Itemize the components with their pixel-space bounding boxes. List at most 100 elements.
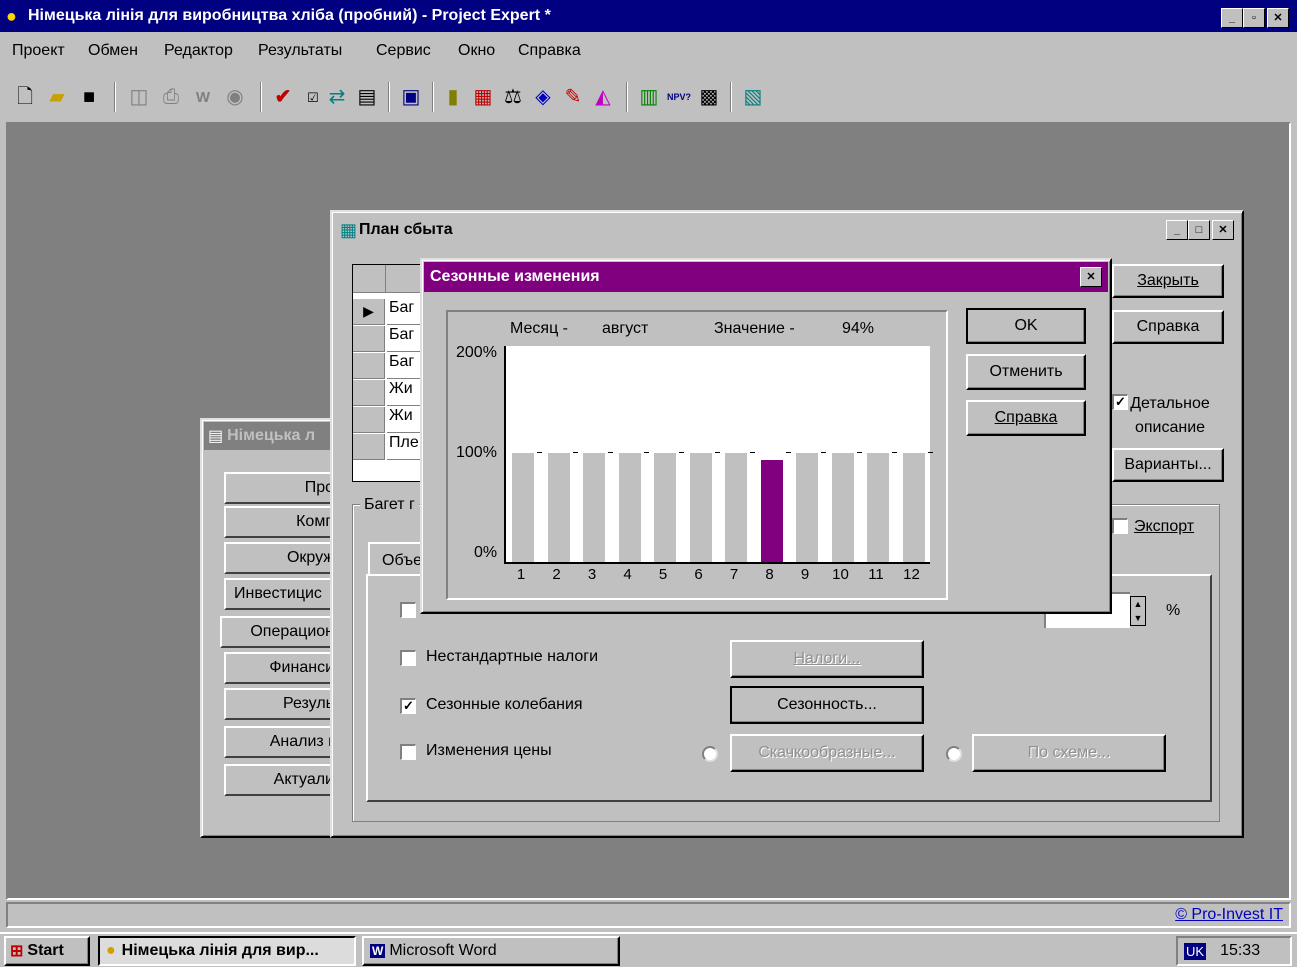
tab-volume[interactable]: Объе (368, 542, 428, 576)
project-window-icon: ▤ (208, 428, 224, 445)
baseline-marker (927, 452, 933, 453)
database-icon[interactable]: ▧ (740, 84, 766, 110)
row-header[interactable] (353, 326, 385, 352)
cancel-button[interactable]: Отменить (966, 354, 1086, 390)
open-folder-icon[interactable]: ▰ (44, 84, 70, 110)
chart-bar-month-10[interactable] (831, 453, 854, 562)
by-scheme-button[interactable]: По схеме... (972, 734, 1166, 772)
copyright-link[interactable]: © Pro-Invest IT (1175, 906, 1283, 924)
calculate-icon[interactable]: ⇄ (324, 84, 350, 110)
seasonality-button[interactable]: Сезонность... (730, 686, 924, 724)
step-radio[interactable] (702, 746, 718, 762)
menu-item-project[interactable]: Проект (12, 42, 65, 60)
menu-item-service[interactable]: Сервис (376, 42, 431, 60)
tab-analysis[interactable]: Анализ г (224, 726, 334, 758)
sales-maximize-button[interactable]: □ (1188, 220, 1210, 240)
menu-item-exchange[interactable]: Обмен (88, 42, 138, 60)
sensitivity-icon[interactable]: ▩ (696, 84, 722, 110)
taskbar: ⊞ Start ● Німецька лінія для вир... W Mi… (0, 932, 1297, 967)
task-word[interactable]: W Microsoft Word (362, 936, 620, 966)
chart-bar-month-6[interactable] (689, 453, 712, 562)
chart-bar-month-4[interactable] (618, 453, 641, 562)
chart-bar-month-1[interactable] (512, 453, 534, 562)
chart-icon[interactable]: ◭ (590, 84, 616, 110)
task-project-expert[interactable]: ● Німецька лінія для вир... (98, 936, 356, 966)
word-export-icon[interactable]: W (190, 84, 216, 110)
editor-icon[interactable]: ✎ (560, 84, 586, 110)
chart-bar-month-12[interactable] (902, 453, 925, 562)
sales-minimize-button[interactable]: _ (1166, 220, 1188, 240)
app-title-bar[interactable]: ● Німецька лінія для виробництва хліба (… (0, 0, 1297, 32)
seasonal-dialog-title-bar[interactable]: Сезонные изменения ✕ (424, 262, 1108, 292)
bar-chart-icon[interactable]: ▥ (636, 84, 662, 110)
non-standard-taxes-checkbox[interactable] (400, 650, 416, 666)
export-icon[interactable]: ◉ (222, 84, 248, 110)
seasonal-dialog: Сезонные изменения ✕ Месяц - август Знач… (420, 258, 1112, 614)
price-changes-checkbox[interactable] (400, 744, 416, 760)
sales-help-button[interactable]: Справка (1112, 310, 1224, 344)
plot-area[interactable] (504, 346, 933, 564)
menu-item-window[interactable]: Окно (458, 42, 495, 60)
language-indicator[interactable]: UK (1184, 942, 1207, 960)
close-window-button[interactable]: Закрыть (1112, 264, 1224, 298)
chart-bar-month-11[interactable] (867, 453, 889, 562)
check-icon[interactable]: ✔ (270, 84, 296, 110)
sales-plan-title-bar[interactable]: ▦ План сбыта _ □ ✕ (334, 214, 1240, 246)
row-header[interactable] (353, 434, 385, 460)
menu-item-results[interactable]: Результаты (258, 42, 342, 60)
tab-actualization[interactable]: Актуали (224, 764, 334, 796)
dialog-help-button[interactable]: Справка (966, 400, 1086, 436)
status-bar: © Pro-Invest IT (6, 902, 1291, 928)
swap-icon[interactable]: ☑ (300, 84, 326, 110)
menu-item-editor[interactable]: Редактор (164, 42, 233, 60)
sales-close-button[interactable]: ✕ (1212, 220, 1234, 240)
row-indicator[interactable]: ▶ (353, 299, 385, 325)
tab-operations[interactable]: Операцион (220, 616, 334, 648)
save-icon[interactable]: ■ (76, 84, 102, 110)
ok-button[interactable]: OK (966, 308, 1086, 344)
dialog-close-button[interactable]: ✕ (1080, 267, 1102, 287)
step-changes-button[interactable]: Скачкообразные... (730, 734, 924, 772)
non-standard-taxes-label: Нестандартные налоги (426, 648, 599, 665)
percent-stepper[interactable]: ▲ ▼ (1130, 596, 1146, 626)
restore-button[interactable]: ▫ (1243, 8, 1265, 28)
chart-bar-month-8[interactable] (760, 460, 783, 562)
seasonal-fluctuations-checkbox[interactable]: ✓ (400, 698, 416, 714)
chart-bar-month-3[interactable] (583, 453, 605, 562)
close-button[interactable]: ✕ (1267, 8, 1289, 28)
report-icon[interactable]: ▣ (398, 84, 424, 110)
new-file-icon[interactable]: 🗋 (12, 84, 38, 110)
export-checkbox[interactable] (1112, 518, 1128, 534)
print-icon[interactable]: ⎙ (158, 84, 184, 110)
scheme-radio[interactable] (946, 746, 962, 762)
tab-company[interactable]: Комп (224, 506, 334, 538)
chart-bar-month-9[interactable] (796, 453, 818, 562)
list-icon[interactable]: ▤ (354, 84, 380, 110)
print-preview-icon[interactable]: ◫ (126, 84, 152, 110)
minimize-button[interactable]: _ (1221, 8, 1243, 28)
row-header[interactable] (353, 380, 385, 406)
taxes-button[interactable]: Налоги... (730, 640, 924, 678)
chart-bar-month-7[interactable] (725, 453, 747, 562)
cashflow-icon[interactable]: ▦ (470, 84, 496, 110)
start-button[interactable]: ⊞ Start (4, 936, 90, 966)
tab-results[interactable]: Резуль (224, 688, 334, 720)
balance-icon[interactable]: ⚖ (500, 84, 526, 110)
tab-environment[interactable]: Окруж (224, 542, 334, 574)
seasonal-chart[interactable]: Месяц - август Значение - 94% 200% 100% … (446, 310, 948, 600)
row-header[interactable] (353, 353, 385, 379)
npv-pi-icon[interactable]: NPV? (666, 84, 692, 110)
detail-description-checkbox[interactable]: ✓ (1112, 394, 1128, 410)
row-header[interactable] (353, 407, 385, 433)
chart-bar-month-2[interactable] (547, 453, 570, 562)
variants-button[interactable]: Варианты... (1112, 448, 1224, 482)
menu-item-help[interactable]: Справка (518, 42, 581, 60)
analysis-icon[interactable]: ◈ (530, 84, 556, 110)
hidden-option-checkbox[interactable] (400, 602, 416, 618)
chart-bar-month-5[interactable] (654, 453, 676, 562)
tab-investment[interactable]: Инвестицис (224, 578, 334, 610)
system-tray: UK 15:33 (1176, 936, 1292, 966)
book-icon[interactable]: ▮ (440, 84, 466, 110)
tab-project[interactable]: Про (224, 472, 334, 504)
tab-financing[interactable]: Финанси (224, 652, 334, 684)
